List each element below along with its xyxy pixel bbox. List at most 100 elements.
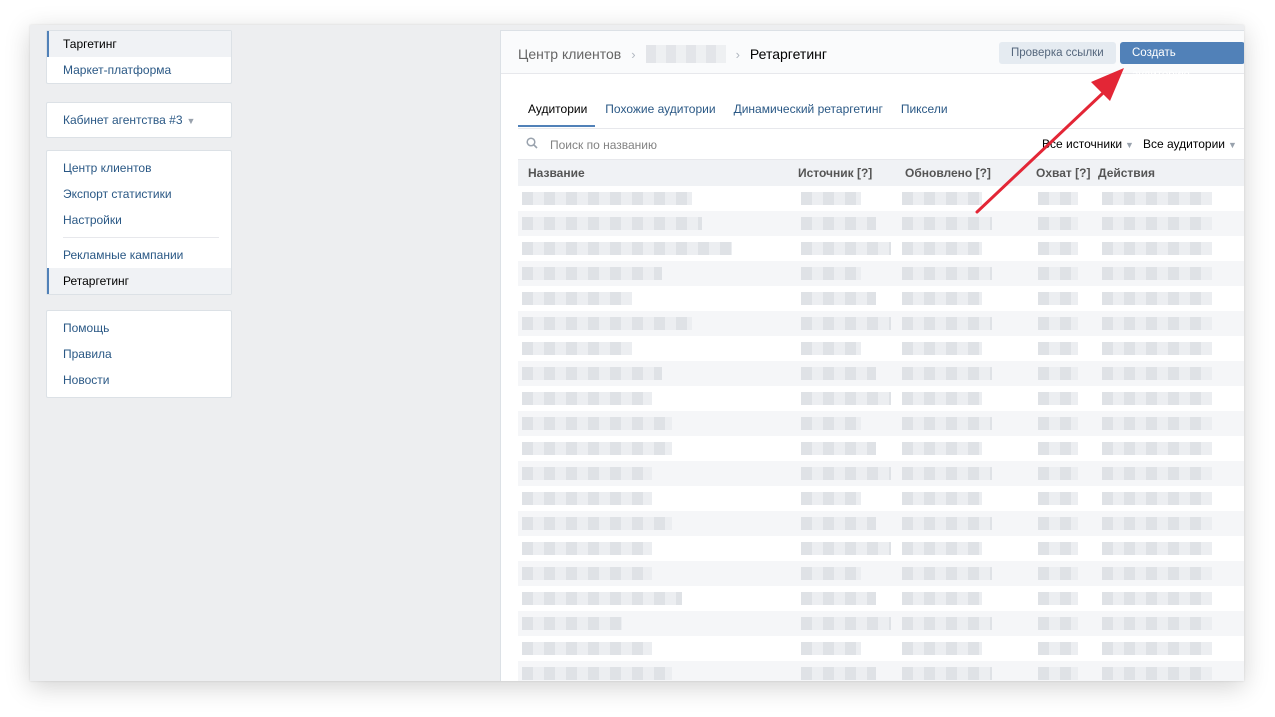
blurred-cell	[522, 492, 652, 505]
blurred-cell	[1102, 367, 1212, 380]
blurred-cell	[801, 542, 891, 555]
audiences-select[interactable]: Все аудитории ▼	[1143, 137, 1237, 151]
blurred-cell	[801, 317, 891, 330]
tab-pixels[interactable]: Пиксели	[891, 97, 956, 127]
table-row[interactable]	[518, 261, 1244, 286]
audiences-table: Название Источник [?] Обновлено [?] Охва…	[518, 160, 1244, 681]
blurred-cell	[522, 342, 632, 355]
blurred-cell	[801, 592, 876, 605]
blurred-cell	[801, 267, 861, 280]
blurred-cell	[902, 592, 982, 605]
blurred-cell	[1102, 292, 1212, 305]
sidebar-section-main: Центр клиентов Экспорт статистики Настро…	[46, 150, 232, 295]
chevron-down-icon: ▼	[1125, 140, 1134, 150]
blurred-cell	[902, 517, 992, 530]
blurred-cell	[1102, 467, 1212, 480]
table-row[interactable]	[518, 411, 1244, 436]
blurred-cell	[801, 392, 891, 405]
blurred-cell	[1038, 192, 1078, 205]
blurred-cell	[1038, 417, 1078, 430]
blurred-cell	[1102, 217, 1212, 230]
sidebar-item-clients-center[interactable]: Центр клиентов	[47, 155, 231, 181]
table-row[interactable]	[518, 636, 1244, 661]
blurred-cell	[801, 467, 891, 480]
cabinet-selector[interactable]: Кабинет агентства #3 ▼	[47, 107, 231, 133]
table-row[interactable]	[518, 211, 1244, 236]
table-row[interactable]	[518, 486, 1244, 511]
blurred-cell	[902, 667, 992, 680]
table-header: Название Источник [?] Обновлено [?] Охва…	[518, 160, 1244, 186]
column-updated[interactable]: Обновлено [?]	[905, 160, 991, 186]
sidebar-item-retargeting[interactable]: Ретаргетинг	[47, 268, 231, 294]
blurred-cell	[1102, 542, 1212, 555]
sidebar-item-help[interactable]: Помощь	[47, 315, 231, 341]
sidebar-item-ad-campaigns[interactable]: Рекламные кампании	[47, 242, 231, 268]
sidebar-item-market-platform[interactable]: Маркет-платформа	[47, 57, 231, 83]
blurred-cell	[902, 392, 982, 405]
tab-audiences[interactable]: Аудитории	[518, 97, 596, 127]
main-panel: Центр клиентов › › Ретаргетинг Проверка …	[500, 30, 1244, 681]
table-row[interactable]	[518, 286, 1244, 311]
tab-dynamic-retargeting[interactable]: Динамический ретаргетинг	[724, 97, 891, 127]
blurred-cell	[522, 442, 672, 455]
breadcrumb-client-blurred[interactable]	[645, 45, 726, 63]
column-reach[interactable]: Охват [?]	[1036, 160, 1090, 186]
blurred-cell	[1102, 392, 1212, 405]
sidebar-item-export-stats[interactable]: Экспорт статистики	[47, 181, 231, 207]
blurred-cell	[801, 217, 876, 230]
column-name[interactable]: Название	[528, 160, 585, 186]
blurred-cell	[902, 492, 982, 505]
breadcrumb-root[interactable]: Центр клиентов	[518, 46, 621, 62]
table-row[interactable]	[518, 186, 1244, 211]
table-row[interactable]	[518, 586, 1244, 611]
sidebar-item-settings[interactable]: Настройки	[47, 207, 231, 233]
table-row[interactable]	[518, 661, 1244, 681]
blurred-cell	[902, 442, 982, 455]
blurred-cell	[522, 192, 692, 205]
blurred-cell	[902, 342, 982, 355]
tab-lookalike[interactable]: Похожие аудитории	[595, 97, 723, 127]
blurred-cell	[522, 417, 672, 430]
blurred-cell	[801, 617, 891, 630]
blurred-cell	[522, 567, 652, 580]
table-row[interactable]	[518, 311, 1244, 336]
table-row[interactable]	[518, 436, 1244, 461]
blurred-cell	[902, 467, 992, 480]
filter-bar: Все источники▼ Все аудитории▼	[518, 129, 1244, 160]
table-body	[518, 186, 1244, 681]
sidebar-item-rules[interactable]: Правила	[47, 341, 231, 367]
table-row[interactable]	[518, 461, 1244, 486]
audiences-select-label: Все аудитории	[1143, 137, 1225, 151]
blurred-cell	[902, 292, 982, 305]
sources-select[interactable]: Все источники ▼	[1042, 137, 1134, 151]
sidebar-item-news[interactable]: Новости	[47, 367, 231, 393]
blurred-cell	[1038, 642, 1078, 655]
create-audience-button[interactable]: Создать аудиторию	[1120, 42, 1244, 81]
blurred-cell	[522, 317, 692, 330]
sources-select-label: Все источники	[1042, 137, 1123, 151]
blurred-cell	[902, 267, 992, 280]
check-link-button[interactable]: Проверка ссылки	[999, 42, 1116, 64]
chevron-right-icon: ›	[631, 46, 636, 62]
blurred-cell	[1038, 592, 1078, 605]
table-row[interactable]	[518, 386, 1244, 411]
sidebar-item-targeting[interactable]: Таргетинг	[47, 31, 231, 57]
column-source[interactable]: Источник [?]	[798, 160, 872, 186]
blurred-cell	[801, 517, 876, 530]
table-row[interactable]	[518, 236, 1244, 261]
table-row[interactable]	[518, 361, 1244, 386]
blurred-cell	[902, 217, 992, 230]
blurred-cell	[1038, 567, 1078, 580]
blurred-cell	[1102, 192, 1212, 205]
table-row[interactable]	[518, 561, 1244, 586]
search-input[interactable]	[548, 134, 902, 156]
blurred-cell	[522, 542, 652, 555]
blurred-cell	[1102, 642, 1212, 655]
blurred-cell	[902, 192, 982, 205]
table-row[interactable]	[518, 336, 1244, 361]
table-row[interactable]	[518, 611, 1244, 636]
blurred-cell	[801, 642, 861, 655]
blurred-cell	[801, 192, 861, 205]
table-row[interactable]	[518, 511, 1244, 536]
table-row[interactable]	[518, 536, 1244, 561]
